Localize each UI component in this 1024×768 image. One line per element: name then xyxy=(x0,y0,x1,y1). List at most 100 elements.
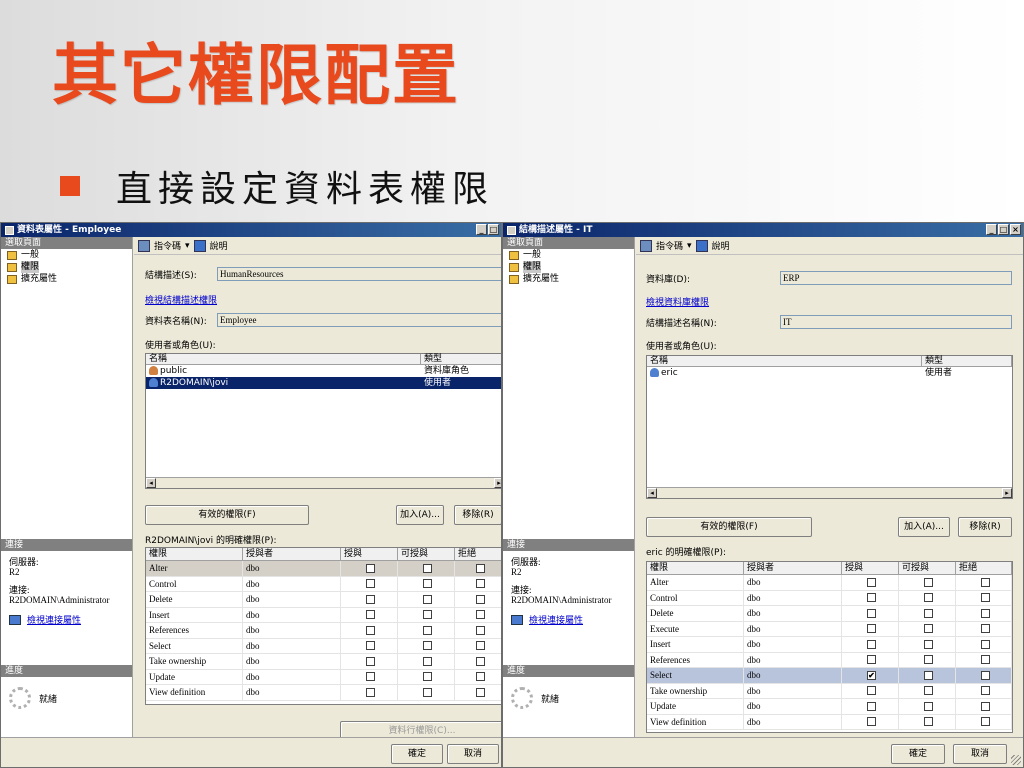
grid-header-permission[interactable]: 權限 xyxy=(647,562,744,574)
chevron-down-icon[interactable]: ▾ xyxy=(687,241,692,251)
maximize-button[interactable]: □ xyxy=(488,224,499,235)
list-header-name[interactable]: 名稱 xyxy=(146,354,421,364)
deny-checkbox[interactable] xyxy=(476,563,485,573)
table-row[interactable]: Alter dbo xyxy=(647,575,1012,591)
grid-header-grantor[interactable]: 授與者 xyxy=(243,548,341,560)
with-grant-checkbox[interactable] xyxy=(423,579,432,589)
deny-checkbox[interactable] xyxy=(980,717,990,727)
with-grant-checkbox[interactable] xyxy=(924,577,933,587)
grant-checkbox[interactable] xyxy=(366,594,375,604)
with-grant-checkbox[interactable] xyxy=(924,670,933,680)
users-list[interactable]: 名稱 類型 public 資料庫角色 R2DOMAIN\jovi 使用者 ◂ ▸ xyxy=(145,353,501,489)
scroll-right-icon[interactable]: ▸ xyxy=(494,478,501,488)
table-row[interactable]: Select dbo xyxy=(146,638,501,654)
view-connection-properties-link[interactable]: 檢視連接屬性 xyxy=(529,613,583,626)
nav-item-general[interactable]: 一般 xyxy=(503,249,634,261)
table-row[interactable]: Update dbo xyxy=(146,669,501,685)
deny-checkbox[interactable] xyxy=(980,639,990,649)
ok-button[interactable]: 確定 xyxy=(391,744,443,764)
deny-checkbox[interactable] xyxy=(476,610,485,620)
with-grant-checkbox[interactable] xyxy=(423,625,432,635)
grant-checkbox[interactable] xyxy=(867,717,876,727)
table-row[interactable]: Control dbo xyxy=(647,590,1012,606)
grant-checkbox[interactable] xyxy=(366,625,375,635)
with-grant-checkbox[interactable] xyxy=(924,639,933,649)
grant-checkbox[interactable] xyxy=(366,656,375,666)
close-button[interactable]: × xyxy=(1010,224,1021,235)
table-row[interactable]: References dbo xyxy=(146,623,501,639)
deny-checkbox[interactable] xyxy=(476,594,485,604)
maximize-button[interactable]: □ xyxy=(998,224,1009,235)
table-row[interactable]: Alter dbo xyxy=(146,561,501,577)
remove-button[interactable]: 移除(R) xyxy=(958,517,1012,537)
with-grant-checkbox[interactable] xyxy=(423,610,432,620)
deny-checkbox[interactable] xyxy=(476,625,485,635)
help-button[interactable]: 說明 xyxy=(712,239,730,252)
with-grant-checkbox[interactable] xyxy=(924,655,933,665)
list-header-name[interactable]: 名稱 xyxy=(647,356,922,366)
schema-name-field[interactable]: IT xyxy=(780,315,1012,329)
view-connection-properties-link[interactable]: 檢視連接屬性 xyxy=(27,613,81,626)
deny-checkbox[interactable] xyxy=(476,579,485,589)
grant-checkbox[interactable] xyxy=(366,610,375,620)
grid-header-deny[interactable]: 拒絕 xyxy=(956,562,1012,574)
deny-checkbox[interactable] xyxy=(476,672,485,682)
nav-item-extended-properties[interactable]: 擴充屬性 xyxy=(503,273,634,285)
chevron-down-icon[interactable]: ▾ xyxy=(185,241,190,251)
table-row[interactable]: Update dbo xyxy=(647,699,1012,715)
with-grant-checkbox[interactable] xyxy=(423,594,432,604)
grant-checkbox[interactable] xyxy=(867,655,876,665)
grid-header-permission[interactable]: 權限 xyxy=(146,548,243,560)
grant-checkbox[interactable] xyxy=(867,624,876,634)
view-database-permissions-link[interactable]: 檢視資料庫權限 xyxy=(646,295,709,308)
grid-header-with-grant[interactable]: 可授與 xyxy=(899,562,956,574)
cancel-button[interactable]: 取消 xyxy=(953,744,1007,764)
with-grant-checkbox[interactable] xyxy=(924,624,933,634)
with-grant-checkbox[interactable] xyxy=(423,641,432,651)
deny-checkbox[interactable] xyxy=(476,656,485,666)
list-item[interactable]: eric 使用者 xyxy=(647,367,1012,379)
grant-checkbox[interactable] xyxy=(366,641,375,651)
grant-checkbox[interactable] xyxy=(867,701,876,711)
horizontal-scrollbar[interactable]: ◂ ▸ xyxy=(647,487,1012,498)
nav-item-general[interactable]: 一般 xyxy=(1,249,132,261)
nav-item-extended-properties[interactable]: 擴充屬性 xyxy=(1,273,132,285)
with-grant-checkbox[interactable] xyxy=(924,593,933,603)
grid-header-grant[interactable]: 授與 xyxy=(842,562,899,574)
grant-checkbox[interactable] xyxy=(867,608,876,618)
list-item[interactable]: public 資料庫角色 xyxy=(146,365,501,377)
grid-header-grant[interactable]: 授與 xyxy=(341,548,398,560)
with-grant-checkbox[interactable] xyxy=(423,656,432,666)
grant-checkbox[interactable] xyxy=(867,686,876,696)
deny-checkbox[interactable] xyxy=(980,655,990,665)
nav-item-permissions[interactable]: 權限 xyxy=(503,261,634,273)
table-row[interactable]: Delete dbo xyxy=(647,606,1012,622)
grid-header-deny[interactable]: 拒絕 xyxy=(455,548,501,560)
deny-checkbox[interactable] xyxy=(980,577,990,587)
grant-checkbox[interactable] xyxy=(867,593,876,603)
deny-checkbox[interactable] xyxy=(476,687,485,697)
with-grant-checkbox[interactable] xyxy=(423,563,432,573)
with-grant-checkbox[interactable] xyxy=(924,686,933,696)
remove-button[interactable]: 移除(R) xyxy=(454,505,501,525)
cancel-button[interactable]: 取消 xyxy=(447,744,499,764)
table-row[interactable]: Insert dbo xyxy=(146,607,501,623)
table-row[interactable]: Take ownership dbo xyxy=(146,654,501,670)
grant-checkbox[interactable] xyxy=(366,579,375,589)
view-schema-permissions-link[interactable]: 檢視結構描述權限 xyxy=(145,293,217,306)
with-grant-checkbox[interactable] xyxy=(924,717,933,727)
list-header-type[interactable]: 類型 xyxy=(421,354,501,364)
minimize-button[interactable]: _ xyxy=(986,224,997,235)
table-row[interactable]: References dbo xyxy=(647,652,1012,668)
grant-checkbox[interactable] xyxy=(366,687,375,697)
resize-grip-icon[interactable] xyxy=(1011,755,1021,765)
table-row[interactable]: View definition dbo xyxy=(647,714,1012,730)
grid-header-with-grant[interactable]: 可授與 xyxy=(398,548,455,560)
table-row[interactable]: Execute dbo xyxy=(647,621,1012,637)
script-button[interactable]: 指令碼 xyxy=(656,239,683,252)
table-row[interactable]: Select dbo ✔ xyxy=(647,668,1012,684)
nav-item-permissions[interactable]: 權限 xyxy=(1,261,132,273)
grant-checkbox[interactable] xyxy=(867,639,876,649)
list-item[interactable]: R2DOMAIN\jovi 使用者 xyxy=(146,377,501,389)
script-button[interactable]: 指令碼 xyxy=(154,239,181,252)
